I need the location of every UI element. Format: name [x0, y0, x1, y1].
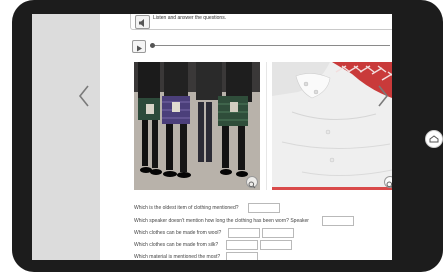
home-icon — [429, 135, 439, 143]
image-divider — [266, 62, 267, 190]
question-5: Which material is mentioned the most? — [134, 254, 221, 260]
play-icon — [137, 45, 142, 52]
shirt-photo-art — [272, 62, 392, 190]
question-1: Which is the oldest item of clothing men… — [134, 205, 239, 211]
instruction-text: Listen and answer the questions. — [153, 15, 227, 21]
question-2: Which speaker doesn't mention how long t… — [134, 218, 309, 224]
tablet-side-button[interactable] — [425, 130, 443, 148]
zoom-button-1[interactable] — [246, 176, 258, 189]
play-button[interactable] — [132, 40, 146, 53]
shirt-photo[interactable] — [272, 62, 392, 190]
content-page: Listen and answer the questions. Which i… — [100, 14, 392, 260]
answer-input-4b[interactable] — [260, 240, 292, 250]
answer-input-2[interactable] — [322, 216, 354, 226]
speaker-icon — [139, 19, 144, 27]
kilt-photo-art — [134, 62, 260, 190]
speaker-button[interactable] — [135, 15, 150, 29]
magnifier-icon — [386, 181, 392, 188]
answer-input-1[interactable] — [248, 203, 280, 213]
chevron-left-icon — [78, 85, 89, 107]
screen: Listen and answer the questions. Which i… — [32, 14, 392, 260]
instruction-bar: Listen and answer the questions. — [130, 14, 392, 30]
answer-input-3a[interactable] — [228, 228, 260, 238]
prev-arrow[interactable] — [78, 84, 90, 112]
zoom-button-2[interactable] — [384, 176, 392, 188]
answer-input-5[interactable] — [226, 252, 258, 260]
answer-input-4a[interactable] — [226, 240, 258, 250]
chevron-right-icon — [378, 85, 389, 107]
next-arrow[interactable] — [377, 84, 389, 112]
question-3: Which clothes can be made from wool? — [134, 230, 222, 236]
magnifier-icon — [248, 181, 256, 189]
audio-progress-track[interactable] — [150, 45, 390, 46]
kilt-photo[interactable] — [134, 62, 260, 190]
question-4: Which clothes can be made from silk? — [134, 242, 219, 248]
audio-progress-knob[interactable] — [150, 43, 155, 48]
answer-input-3b[interactable] — [262, 228, 294, 238]
